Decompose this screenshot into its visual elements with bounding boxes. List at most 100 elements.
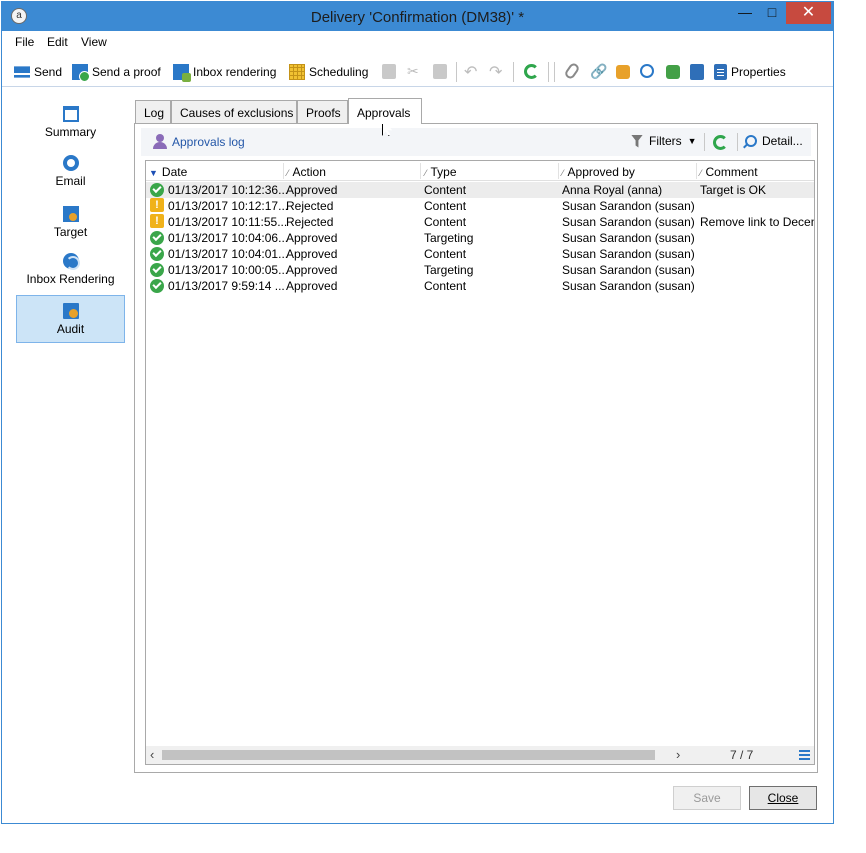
- target-icon: [62, 206, 79, 222]
- calculator-icon[interactable]: [666, 65, 680, 79]
- nav-inbox-rendering[interactable]: Inbox Rendering: [16, 246, 125, 294]
- send-proof-button[interactable]: Send a proof: [72, 62, 161, 82]
- scroll-right-icon[interactable]: ›: [676, 747, 680, 762]
- table-row[interactable]: ! 01/13/2017 10:12:17... Rejected Conten…: [146, 198, 814, 214]
- table-row[interactable]: 01/13/2017 10:12:36... Approved Content …: [146, 182, 814, 198]
- column-separator[interactable]: [696, 163, 697, 179]
- approved-icon: [150, 263, 164, 277]
- envelope-rendering-icon: [173, 64, 191, 82]
- send-button[interactable]: Send: [14, 62, 62, 82]
- properties-button[interactable]: Properties: [714, 62, 786, 82]
- refresh-icon[interactable]: [713, 135, 728, 150]
- globe-icon: [62, 253, 80, 270]
- inbox-rendering-button[interactable]: Inbox rendering: [173, 62, 276, 82]
- scheduling-button[interactable]: Scheduling: [289, 62, 368, 82]
- copy-icon[interactable]: [382, 64, 396, 79]
- horizontal-scrollbar[interactable]: ‹ › 7 / 7: [146, 746, 814, 764]
- record-count: 7 / 7: [730, 748, 754, 762]
- maximize-button[interactable]: □: [758, 2, 786, 24]
- undo-icon[interactable]: ↶: [464, 62, 480, 81]
- approved-icon: [150, 247, 164, 261]
- menu-edit[interactable]: Edit: [47, 35, 68, 49]
- paste-icon[interactable]: [433, 64, 447, 79]
- menu-view[interactable]: View: [81, 35, 107, 49]
- toolbar-separator: [513, 62, 514, 82]
- toolbar-separator: [456, 62, 457, 82]
- sort-desc-icon: ▼: [149, 168, 158, 178]
- scroll-left-icon[interactable]: ‹: [150, 747, 154, 762]
- cut-icon[interactable]: ✂: [407, 64, 423, 80]
- gift-icon[interactable]: [616, 65, 630, 79]
- sort-icon: ⁄: [287, 168, 289, 178]
- email-icon: [62, 155, 79, 171]
- summary-icon: [62, 106, 79, 122]
- column-separator[interactable]: [420, 163, 421, 179]
- rejected-warning-icon: !: [150, 214, 164, 228]
- nav-email[interactable]: Email: [16, 148, 125, 196]
- approved-icon: [150, 183, 164, 197]
- toolbar: Send Send a proof Inbox rendering Schedu…: [2, 56, 833, 87]
- sort-icon: ⁄: [425, 168, 427, 178]
- approved-icon: [150, 279, 164, 293]
- menu-file[interactable]: File: [15, 35, 34, 49]
- tab-log[interactable]: Log: [135, 100, 171, 124]
- menu-bar: File Edit View: [2, 31, 833, 53]
- envelope-check-icon: [72, 64, 90, 82]
- chevron-down-icon: ▼: [687, 136, 697, 146]
- filters-button[interactable]: Filters ▼: [631, 134, 697, 148]
- grid-header: ▼ Date ⁄ Action ⁄ Type ⁄ Approved by ⁄ Commen…: [146, 161, 814, 181]
- refresh-icon[interactable]: [524, 64, 539, 79]
- nav-target[interactable]: Target: [16, 197, 125, 245]
- subbar-separator: [737, 133, 738, 151]
- approvals-grid: ▼ Date ⁄ Action ⁄ Type ⁄ Approved by ⁄ Commen…: [145, 160, 815, 765]
- column-type[interactable]: ⁄ Type: [425, 165, 457, 179]
- left-navigation: Summary Email Target Inbox Rendering Aud…: [14, 93, 127, 813]
- approved-icon: [150, 231, 164, 245]
- column-separator[interactable]: [558, 163, 559, 179]
- table-row[interactable]: 01/13/2017 10:04:06... Approved Targetin…: [146, 230, 814, 246]
- offer-icon[interactable]: [640, 64, 654, 78]
- user-approval-icon: [153, 134, 167, 150]
- mobile-icon[interactable]: [690, 64, 704, 80]
- subbar-separator: [704, 133, 705, 151]
- sort-icon: ⁄: [562, 168, 564, 178]
- table-row[interactable]: 01/13/2017 9:59:14 ... Approved Content …: [146, 278, 814, 294]
- table-row[interactable]: 01/13/2017 10:00:05... Approved Targetin…: [146, 262, 814, 278]
- toolbar-separator: [554, 62, 555, 82]
- column-comment[interactable]: ⁄ Comment: [700, 165, 758, 179]
- delivery-window: a Delivery 'Confirmation (DM38)' * — □ ✕…: [1, 1, 834, 824]
- title-bar[interactable]: a Delivery 'Confirmation (DM38)' * — □ ✕: [2, 2, 833, 31]
- nav-summary[interactable]: Summary: [16, 99, 125, 147]
- column-date[interactable]: ▼ Date: [149, 165, 187, 179]
- close-window-button[interactable]: ✕: [786, 2, 831, 24]
- funnel-icon: [631, 134, 643, 148]
- save-button[interactable]: Save: [673, 786, 741, 810]
- tab-proofs[interactable]: Proofs: [297, 100, 348, 124]
- list-menu-icon[interactable]: [799, 750, 810, 760]
- tab-approvals[interactable]: Approvals: [348, 98, 422, 124]
- calendar-icon: [289, 64, 305, 80]
- column-action[interactable]: ⁄ Action: [287, 165, 326, 179]
- approvals-log-link[interactable]: Approvals log: [153, 134, 245, 150]
- nav-audit[interactable]: Audit: [16, 295, 125, 343]
- envelope-icon: [14, 66, 30, 78]
- attachment-icon[interactable]: [563, 61, 581, 81]
- approvals-subbar: Approvals log Filters ▼ Detail...: [141, 128, 811, 156]
- tab-causes-of-exclusions[interactable]: Causes of exclusions: [171, 100, 297, 124]
- table-row[interactable]: 01/13/2017 10:04:01... Approved Content …: [146, 246, 814, 262]
- search-icon: [745, 135, 757, 147]
- clipboard-icon: [714, 64, 727, 80]
- window-title: Delivery 'Confirmation (DM38)' *: [310, 9, 525, 26]
- close-button[interactable]: Close: [749, 786, 817, 810]
- link-icon[interactable]: 🔗: [590, 64, 607, 80]
- audit-icon: [62, 303, 79, 319]
- detail-button[interactable]: Detail...: [745, 134, 803, 148]
- approvals-panel: Approvals log Filters ▼ Detail... ▼ Date …: [134, 123, 818, 773]
- table-row[interactable]: ! 01/13/2017 10:11:55... Rejected Conten…: [146, 214, 814, 230]
- column-separator[interactable]: [283, 163, 284, 179]
- scrollbar-thumb[interactable]: [162, 750, 655, 760]
- column-approved-by[interactable]: ⁄ Approved by: [562, 165, 635, 179]
- minimize-button[interactable]: —: [731, 2, 759, 24]
- redo-icon[interactable]: ↷: [489, 62, 505, 81]
- toolbar-separator: [548, 62, 549, 82]
